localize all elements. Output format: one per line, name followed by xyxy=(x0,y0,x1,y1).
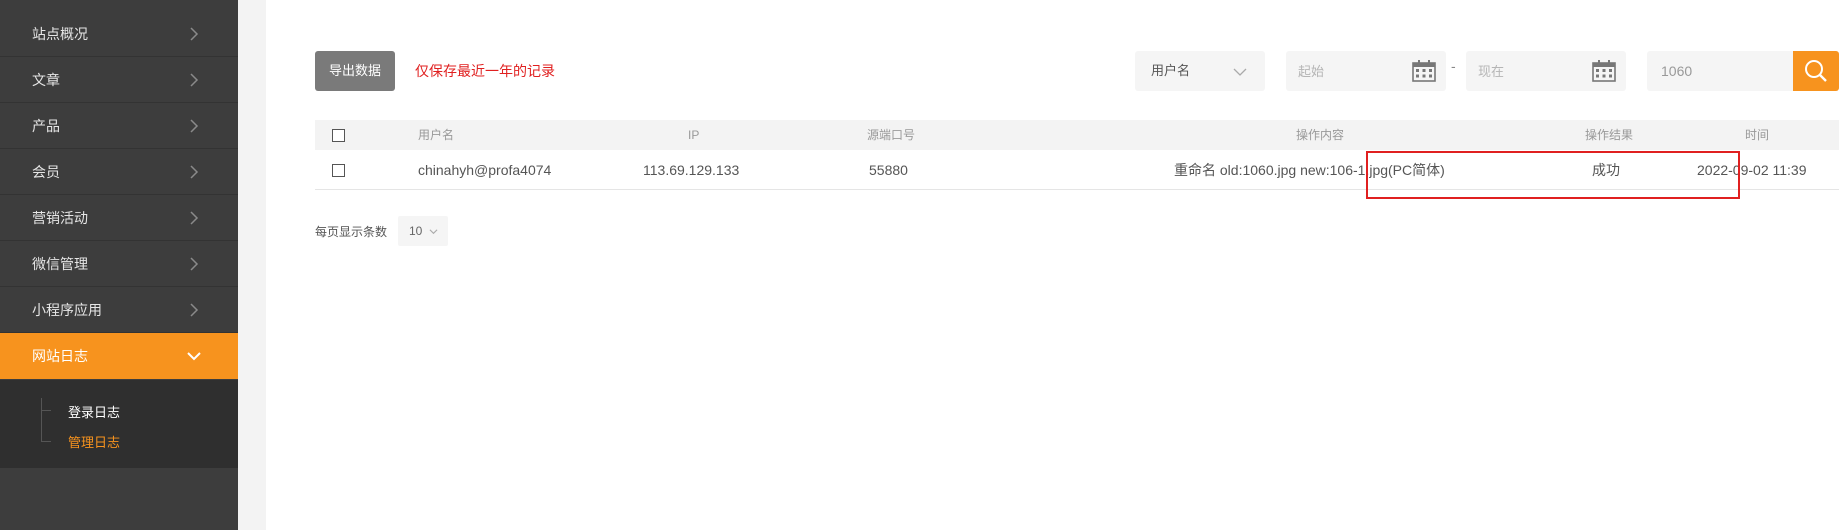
search-input[interactable] xyxy=(1647,51,1793,91)
sidebar-item-site-logs[interactable]: 网站日志 xyxy=(0,333,238,379)
submenu-item-login-logs[interactable]: 登录日志 xyxy=(68,402,120,421)
sidebar-item-members[interactable]: 会员 xyxy=(0,149,238,195)
sidebar-item-label: 产品 xyxy=(32,118,60,134)
export-data-button[interactable]: 导出数据 xyxy=(315,51,395,91)
chevron-right-icon xyxy=(190,257,199,271)
table-header: 用户名 IP 源端口号 操作内容 操作结果 时间 xyxy=(315,120,1839,150)
cell-port: 55880 xyxy=(869,162,908,178)
main-panel: 导出数据 仅保存最近一年的记录 用户名 - 用户名 xyxy=(266,0,1839,530)
chevron-right-icon xyxy=(190,303,199,317)
sidebar-item-label: 小程序应用 xyxy=(32,302,102,318)
column-header-port: 源端口号 xyxy=(867,128,916,142)
cell-username: chinahyh@profa4074 xyxy=(418,162,552,178)
column-header-ip: IP xyxy=(688,128,700,142)
chevron-down-icon xyxy=(1233,68,1247,76)
column-header-time: 时间 xyxy=(1745,128,1770,142)
date-separator: - xyxy=(1451,58,1456,74)
sidebar: 站点概况 文章 产品 会员 营销活动 微信管理 小程序应用 网站日志 登录日志 … xyxy=(0,0,238,530)
chevron-right-icon xyxy=(190,73,199,87)
chevron-right-icon xyxy=(190,119,199,133)
calendar-icon[interactable] xyxy=(1412,60,1436,82)
chevron-right-icon xyxy=(190,165,199,179)
page-size-value: 10 xyxy=(409,224,423,238)
retention-notice: 仅保存最近一年的记录 xyxy=(415,63,555,79)
highlight-annotation-box xyxy=(1366,151,1740,199)
chevron-down-icon xyxy=(429,229,438,235)
sidebar-item-products[interactable]: 产品 xyxy=(0,103,238,149)
select-all-checkbox[interactable] xyxy=(332,129,345,142)
search-button[interactable] xyxy=(1793,51,1839,91)
calendar-icon[interactable] xyxy=(1592,60,1616,82)
sidebar-item-label: 微信管理 xyxy=(32,256,88,272)
page-size-label: 每页显示条数 xyxy=(315,225,388,239)
sidebar-item-site-overview[interactable]: 站点概况 xyxy=(0,11,238,57)
sidebar-submenu: 登录日志 管理日志 xyxy=(0,380,238,468)
filter-field-select[interactable]: 用户名 xyxy=(1135,51,1265,91)
sidebar-item-label: 网站日志 xyxy=(32,348,88,364)
search-icon xyxy=(1805,60,1827,82)
chevron-right-icon xyxy=(190,211,199,225)
column-header-result: 操作结果 xyxy=(1585,128,1634,142)
sidebar-item-mini-program[interactable]: 小程序应用 xyxy=(0,287,238,333)
sidebar-item-articles[interactable]: 文章 xyxy=(0,57,238,103)
row-checkbox[interactable] xyxy=(332,164,345,177)
date-start-input[interactable] xyxy=(1286,51,1406,91)
sidebar-item-marketing[interactable]: 营销活动 xyxy=(0,195,238,241)
search-field[interactable] xyxy=(1647,51,1793,91)
sidebar-item-label: 文章 xyxy=(32,72,60,88)
cell-ip: 113.69.129.133 xyxy=(643,162,740,178)
sidebar-item-label: 营销活动 xyxy=(32,210,88,226)
date-end-input[interactable] xyxy=(1466,51,1586,91)
date-start-field[interactable] xyxy=(1286,51,1446,91)
submenu-item-admin-logs[interactable]: 管理日志 xyxy=(68,432,120,451)
column-header-content: 操作内容 xyxy=(1296,128,1345,142)
column-header-username: 用户名 xyxy=(418,128,455,142)
sidebar-item-wechat[interactable]: 微信管理 xyxy=(0,241,238,287)
filter-field-value: 用户名 xyxy=(1151,63,1191,78)
sidebar-item-label: 站点概况 xyxy=(32,26,88,42)
sidebar-item-label: 会员 xyxy=(32,164,60,180)
page-size-select[interactable]: 10 xyxy=(398,216,448,246)
chevron-down-icon xyxy=(187,352,201,361)
date-end-field[interactable] xyxy=(1466,51,1626,91)
chevron-right-icon xyxy=(190,27,199,41)
